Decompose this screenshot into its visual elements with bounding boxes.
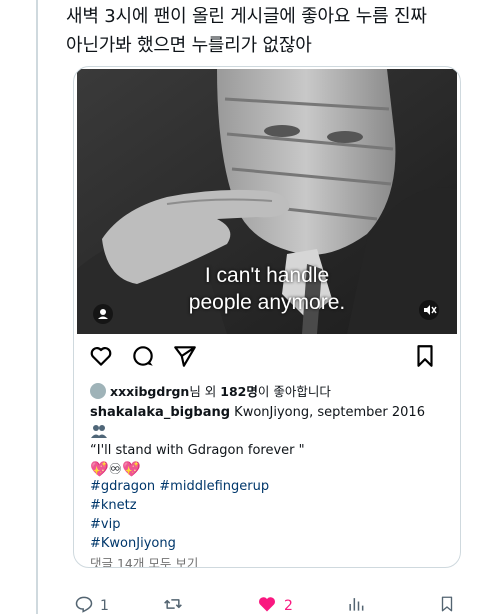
- video-caption-line-1: I can't handle: [204, 264, 330, 287]
- hashtags-line-3[interactable]: #vip: [90, 515, 120, 535]
- heart-infinity-emoji-line: 💖♾💖: [90, 460, 141, 478]
- post-quote-line: “I'll stand with Gdragon forever ": [90, 443, 305, 458]
- hashtags-line-4[interactable]: #KwonJiyong: [90, 534, 176, 554]
- tweet-text-line-1: 새벽 3시에 팬이 올린 게시글에 좋아요 누름 진짜: [66, 6, 427, 27]
- thread-connector-line: [36, 0, 38, 614]
- instagram-actions-row: [74, 343, 460, 373]
- views-button[interactable]: [346, 594, 366, 614]
- retweet-button[interactable]: [162, 594, 184, 614]
- tweet-action-bar: 1 2: [74, 592, 464, 614]
- like-count: 2: [284, 598, 293, 614]
- likes-text-b: 이 좋아합니다: [257, 384, 331, 399]
- retweet-icon: [162, 594, 184, 614]
- reply-icon: [74, 594, 94, 614]
- tagged-user-icon[interactable]: [93, 304, 113, 324]
- bookmark-tweet-button[interactable]: [438, 594, 456, 614]
- liker-username[interactable]: xxxibgdrgn: [110, 384, 189, 399]
- author-username[interactable]: shakalaka_bigbang: [90, 405, 230, 420]
- mute-icon[interactable]: [419, 300, 439, 320]
- reply-button[interactable]: 1: [74, 594, 109, 614]
- views-icon: [346, 594, 366, 614]
- post-caption-author-line: shakalaka_bigbang KwonJiyong, september …: [90, 403, 425, 423]
- like-button[interactable]: 2: [256, 594, 293, 614]
- liked-heart-icon: [256, 594, 278, 614]
- likes-count[interactable]: 182명: [220, 384, 258, 399]
- liker-avatar: [90, 383, 106, 399]
- share-icon[interactable]: [172, 343, 198, 373]
- hashtags-line-1[interactable]: #gdragon #middlefingerup: [90, 477, 269, 497]
- likes-summary: xxxibgdrgn님 외 182명이 좋아합니다: [90, 383, 331, 401]
- bookmark-icon[interactable]: [412, 343, 438, 373]
- reply-count: 1: [100, 598, 109, 614]
- tweet-text: 새벽 3시에 팬이 올린 게시글에 좋아요 누름 진짜 아닌가봐 했으면 누를리…: [66, 2, 471, 60]
- author-caption-text: KwonJiyong, september 2016: [230, 405, 425, 420]
- likes-text-a: 님 외: [189, 384, 221, 399]
- bookmark-tweet-icon: [438, 594, 456, 614]
- video-caption-line-2: people anymore.: [188, 291, 346, 314]
- post-photo[interactable]: I can't handle people anymore.: [77, 69, 457, 334]
- heart-icon[interactable]: [88, 343, 114, 373]
- tweet-text-line-2: 아닌가봐 했으면 누를리가 없잖아: [66, 35, 312, 56]
- view-all-comments-link[interactable]: 댓글 14개 모두 보기: [90, 553, 198, 567]
- comment-icon[interactable]: [130, 343, 156, 373]
- hashtags-line-2[interactable]: #knetz: [90, 496, 137, 516]
- quoted-instagram-post[interactable]: I can't handle people anymore. xxxibgdrg…: [73, 66, 461, 568]
